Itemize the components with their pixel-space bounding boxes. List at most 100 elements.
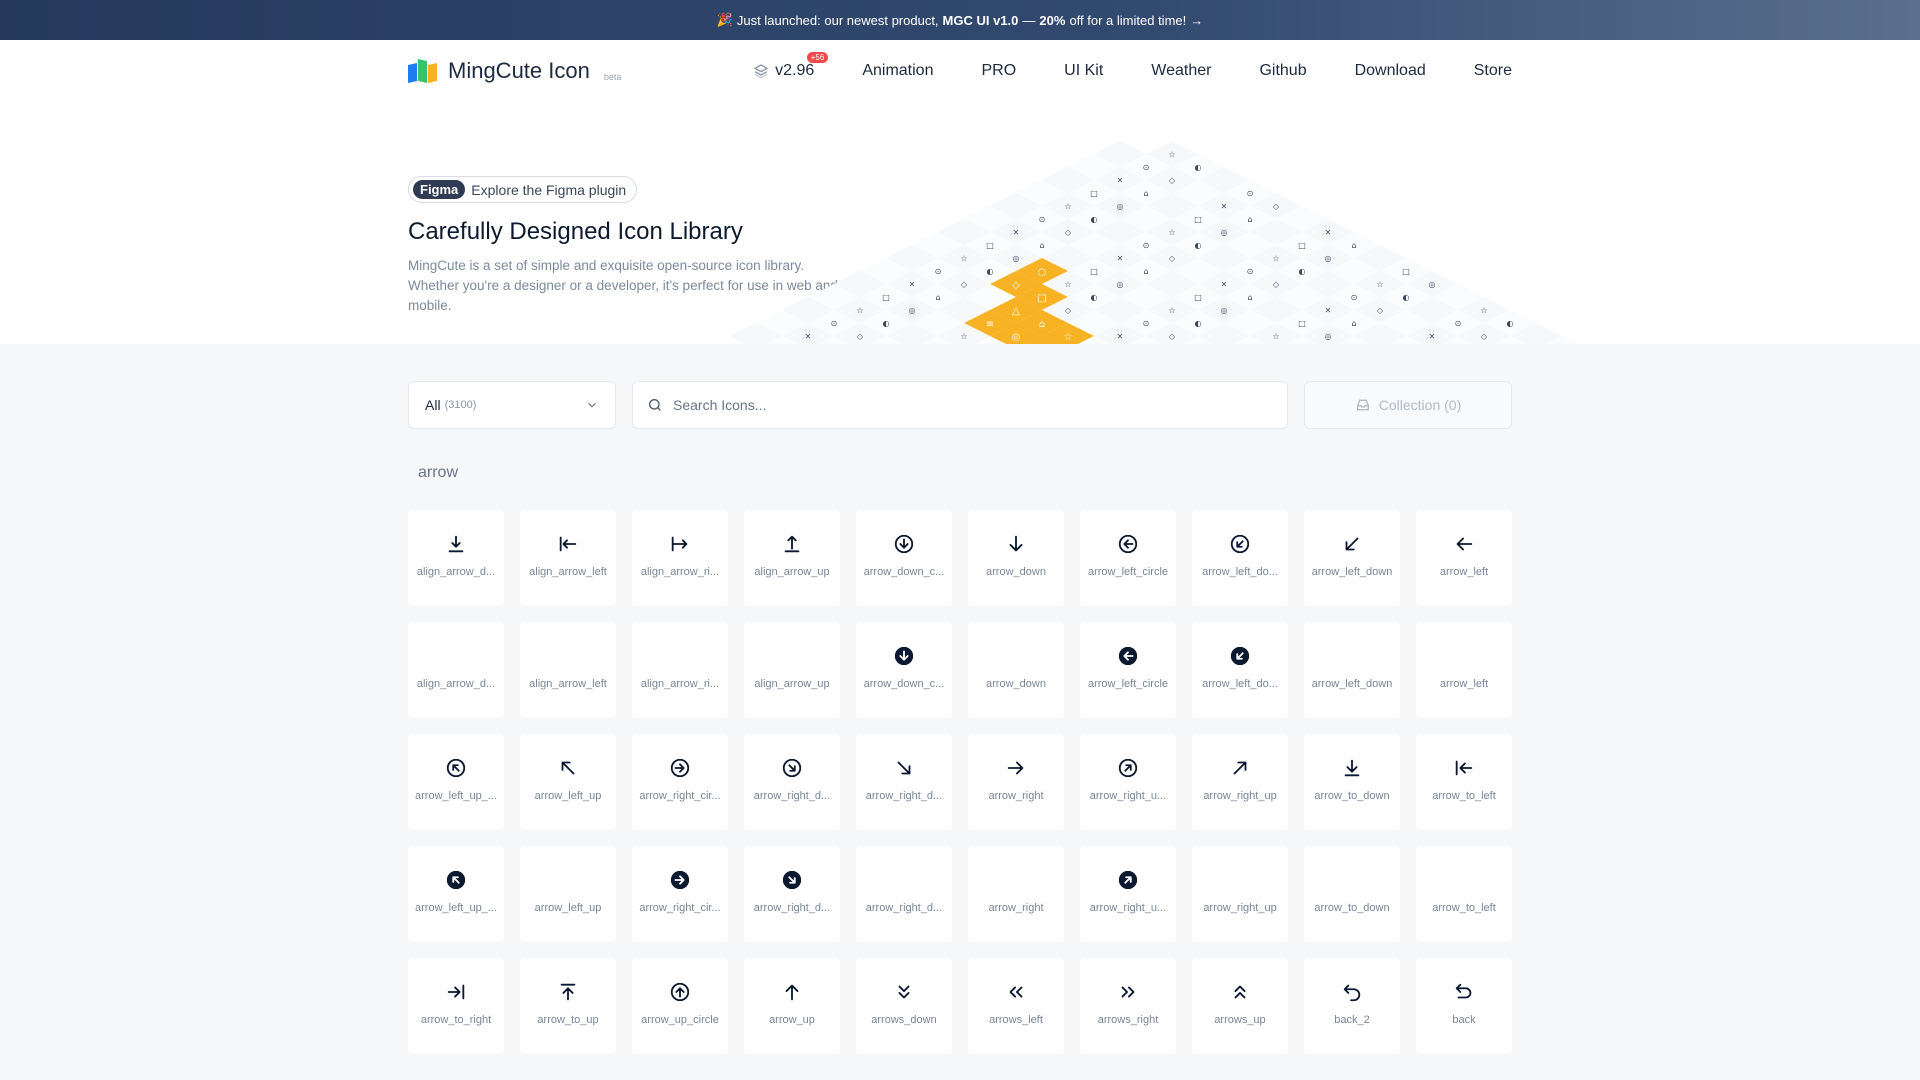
icon-card[interactable]: align_arrow_up [744,622,840,718]
arrow-down-icon [1004,532,1028,556]
svg-text:✕: ✕ [1117,176,1124,185]
svg-text:✕: ✕ [1325,228,1332,237]
icon-card[interactable]: align_arrow_d... [408,510,504,606]
nav-link-download[interactable]: Download [1355,62,1426,80]
icon-card[interactable]: arrow_to_right [408,958,504,1054]
collection-button[interactable]: Collection (0) [1304,381,1512,429]
align-arrow-down-fill-icon [444,644,468,668]
svg-text:◐: ◐ [1299,267,1306,276]
svg-text:◎: ◎ [1429,280,1436,289]
icon-card[interactable]: arrow_up [744,958,840,1054]
icon-card[interactable]: arrow_left [1416,510,1512,606]
icon-card[interactable]: arrow_left_down [1304,622,1400,718]
icon-card[interactable]: arrow_down [968,622,1064,718]
icon-card[interactable]: arrows_up [1192,958,1288,1054]
inbox-icon [1356,399,1369,411]
icon-name: arrow_right_u... [1089,790,1167,802]
icon-card[interactable]: arrow_right_cir... [632,734,728,830]
category-select-value: All [425,397,441,413]
icon-card[interactable]: arrows_down [856,958,952,1054]
icon-card[interactable]: arrow_left_do... [1192,510,1288,606]
arrow-left-down-fill-icon [1340,644,1364,668]
svg-text:○: ○ [1038,267,1047,278]
icon-card[interactable]: arrow_right_d... [744,734,840,830]
icon-card[interactable]: align_arrow_ri... [632,622,728,718]
arrow-right-up-circle-fill-icon [1116,868,1140,892]
svg-text:□: □ [882,293,890,302]
icon-card[interactable]: arrow_down_c... [856,510,952,606]
icon-card[interactable]: back_2 [1304,958,1400,1054]
arrow-to-left-icon [1452,756,1476,780]
icon-card[interactable]: align_arrow_up [744,510,840,606]
figma-plugin-link[interactable]: Figma Explore the Figma plugin [408,176,638,203]
icon-card[interactable]: arrow_right_d... [856,846,952,942]
nav-link-store[interactable]: Store [1474,62,1512,80]
icon-card[interactable]: arrow_to_down [1304,734,1400,830]
icon-card[interactable]: arrows_right [1080,958,1176,1054]
icon-card[interactable]: align_arrow_left [520,622,616,718]
search-input[interactable] [673,397,1273,413]
icon-card[interactable]: arrow_left_up_... [408,846,504,942]
icon-name: arrow_to_left [1432,902,1496,914]
icon-card[interactable]: arrow_right [968,846,1064,942]
icon-card[interactable]: arrow_right_u... [1080,846,1176,942]
icon-card[interactable]: arrow_left_do... [1192,622,1288,718]
icon-card[interactable]: arrow_left_circle [1080,510,1176,606]
svg-text:◇: ◇ [961,280,968,289]
icon-card[interactable]: align_arrow_d... [408,622,504,718]
svg-text:◇: ◇ [1012,280,1020,291]
icon-card[interactable]: arrow_left_up [520,734,616,830]
arrows-right-icon [1116,980,1140,1004]
svg-text:☆: ☆ [1168,306,1175,315]
icon-card[interactable]: arrow_right_up [1192,846,1288,942]
icon-name: arrow_down_c... [863,566,945,578]
beta-label: beta [603,72,622,82]
align-arrow-left-icon [556,532,580,556]
icon-card[interactable]: arrow_to_left [1416,846,1512,942]
svg-text:☆: ☆ [1064,202,1071,211]
arrows-up-icon [1228,980,1252,1004]
icon-card[interactable]: align_arrow_left [520,510,616,606]
nav-link-ui-kit[interactable]: UI Kit [1064,62,1103,80]
nav-link-github[interactable]: Github [1259,62,1306,80]
icon-card[interactable]: arrow_right_cir... [632,846,728,942]
icon-card[interactable]: arrow_to_left [1416,734,1512,830]
nav-link-animation[interactable]: Animation [862,62,933,80]
svg-text:☆: ☆ [856,306,863,315]
nav-link-pro[interactable]: PRO [981,62,1016,80]
icon-card[interactable]: arrow_right [968,734,1064,830]
svg-text:✕: ✕ [805,332,812,341]
search-box[interactable] [632,381,1288,429]
icon-card[interactable]: arrow_up_circle [632,958,728,1054]
icon-card[interactable]: back [1416,958,1512,1054]
icon-card[interactable]: arrow_left_circle [1080,622,1176,718]
icon-card[interactable]: arrows_left [968,958,1064,1054]
svg-text:⊙: ⊙ [1351,293,1358,302]
chevron-down-icon [588,402,596,408]
icon-card[interactable]: arrow_right_d... [856,734,952,830]
icon-card[interactable]: arrow_left_up [520,846,616,942]
icon-card[interactable]: arrow_down_c... [856,622,952,718]
version-selector[interactable]: v2.96 +56 [753,52,829,80]
nav-link-weather[interactable]: Weather [1151,62,1211,80]
logo-title: MingCute Icon [448,58,590,83]
icon-card[interactable]: arrow_right_up [1192,734,1288,830]
icon-card[interactable]: arrow_to_up [520,958,616,1054]
svg-text:□: □ [1090,189,1098,198]
icon-card[interactable]: arrow_left [1416,622,1512,718]
icon-name: back_2 [1334,1014,1370,1026]
icon-card[interactable]: arrow_right_u... [1080,734,1176,830]
icon-card[interactable]: arrow_to_down [1304,846,1400,942]
announcement-banner[interactable]: 🎉 Just launched: our newest product, MGC… [0,0,1920,40]
icon-card[interactable]: arrow_down [968,510,1064,606]
icon-card[interactable]: arrow_right_d... [744,846,840,942]
logo[interactable]: MingCute Icon beta [408,58,621,84]
svg-text:☆: ☆ [960,332,967,341]
arrow-left-icon [1452,532,1476,556]
svg-text:◐: ◐ [1091,215,1098,224]
icon-card[interactable]: arrow_left_down [1304,510,1400,606]
icon-card[interactable]: arrow_left_up_... [408,734,504,830]
icon-name: arrow_left_up_... [415,790,497,802]
category-select[interactable]: All (3100) [408,381,616,429]
icon-card[interactable]: align_arrow_ri... [632,510,728,606]
